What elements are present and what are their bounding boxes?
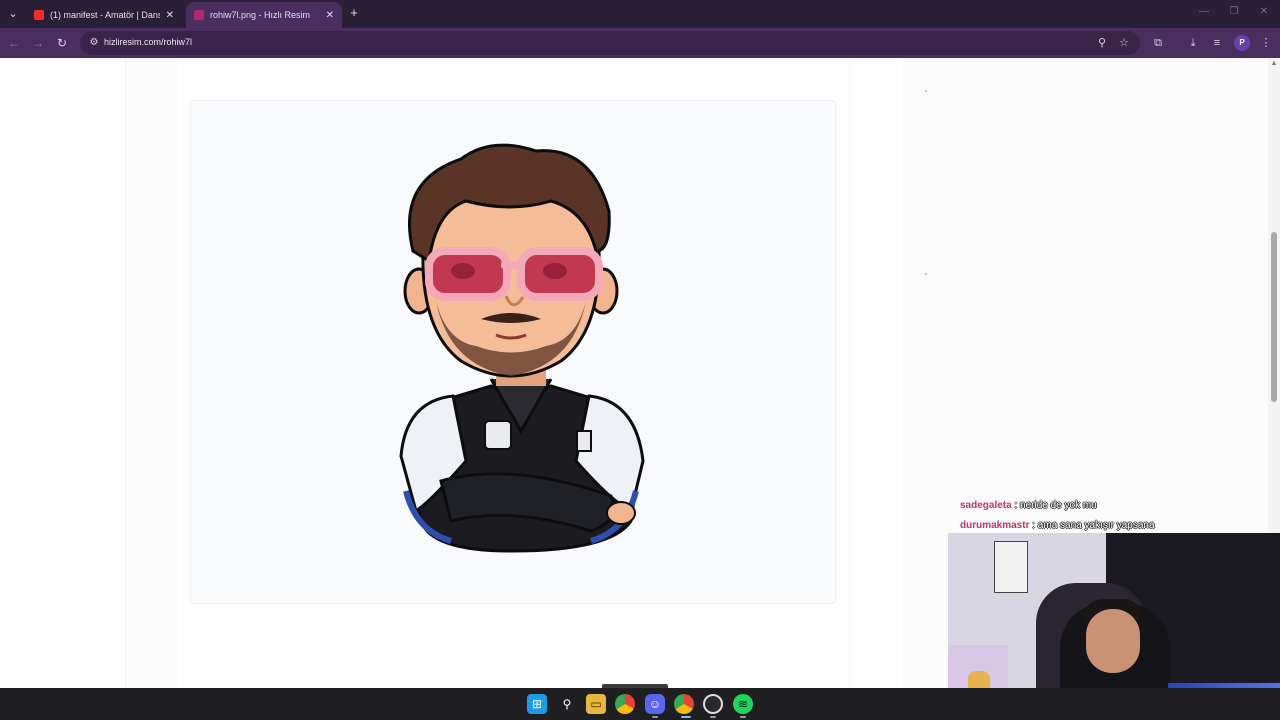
discord-icon[interactable]: ☺ [645,694,665,714]
back-icon[interactable]: ← [6,35,22,51]
file-explorer-icon[interactable]: ▭ [586,694,606,714]
tab-youtube[interactable]: (1) manifest - Amatör | Dans Pe ✕ [26,2,182,28]
sidebar-dot [925,273,927,275]
close-window-icon[interactable]: ✕ [1256,6,1272,17]
scrollbar-thumb[interactable] [1271,232,1277,402]
chat-username: sadegaleta [960,500,1012,511]
os-taskbar: ⊞ ⚲ ▭ ☺ ≋ [0,684,1280,720]
avatar-illustration [399,143,645,553]
extensions-icon[interactable]: ⧉ [1150,35,1166,51]
chrome-icon[interactable] [615,694,635,714]
webcam-poster [994,541,1028,593]
chat-message: sadegaleta : neride de yok mu [960,496,1260,516]
minimize-icon[interactable]: — [1196,6,1212,17]
url-text: hizliresim.com/rohiw7l [104,37,193,47]
running-indicator [740,716,746,718]
download-icon[interactable]: ⤓ [1185,35,1201,51]
sidebar-dot [925,90,927,92]
tab-title: (1) manifest - Amatör | Dans Pe [50,10,160,20]
windows-start-icon[interactable]: ⊞ [527,694,547,714]
taskbar-hover-indicator [602,684,668,688]
scroll-up-icon[interactable]: ▲ [1270,60,1278,67]
tab-search-chevron-icon[interactable]: ⌄ [4,5,22,23]
stream-chat-overlay: sadegaleta : neride de yok mu durumakmas… [960,496,1260,536]
new-tab-button[interactable]: + [346,5,362,21]
chat-text: : neride de yok mu [1011,500,1097,511]
streamer-face [1086,609,1140,673]
zoom-icon[interactable]: ⚲ [1094,35,1110,51]
active-indicator [681,716,691,718]
tab-strip: ⌄ (1) manifest - Amatör | Dans Pe ✕ rohi… [0,0,1280,28]
chat-username: durumakmastr [960,520,1030,531]
forward-icon[interactable]: → [30,35,46,51]
running-indicator [652,716,658,718]
tab-title: rohiw7l.png - Hızlı Resim [210,10,311,20]
chrome-icon[interactable] [674,694,694,714]
obs-icon[interactable] [703,694,723,714]
youtube-icon [34,10,44,20]
tab-hizliresim[interactable]: rohiw7l.png - Hızlı Resim ✕ [186,2,342,28]
close-tab-icon[interactable]: ✕ [166,10,174,21]
site-info-icon[interactable]: ⚙ [86,35,102,51]
restore-icon[interactable]: ❐ [1226,6,1242,17]
running-indicator [710,716,716,718]
chat-text: : ama sana yakışır yapsana [1029,520,1155,531]
close-tab-icon[interactable]: ✕ [326,10,334,21]
menu-kebab-icon[interactable]: ⋮ [1258,35,1274,51]
bookmark-star-icon[interactable]: ☆ [1116,35,1132,51]
spotify-icon[interactable]: ≋ [733,694,753,714]
search-icon[interactable]: ⚲ [557,694,577,714]
media-control-icon[interactable]: ≡ [1209,35,1225,51]
profile-avatar[interactable]: P [1234,35,1250,51]
hizliresim-icon [194,10,204,20]
browser-toolbar: ← → ↻ ⚙ hizliresim.com/rohiw7l ⚲ ☆ ⧉ ⤓ ≡… [0,28,1280,58]
uploaded-image-frame[interactable] [190,100,836,604]
reload-icon[interactable]: ↻ [54,35,70,51]
address-bar[interactable]: ⚙ hizliresim.com/rohiw7l ⚲ ☆ [80,31,1140,55]
left-gutter [125,58,177,688]
